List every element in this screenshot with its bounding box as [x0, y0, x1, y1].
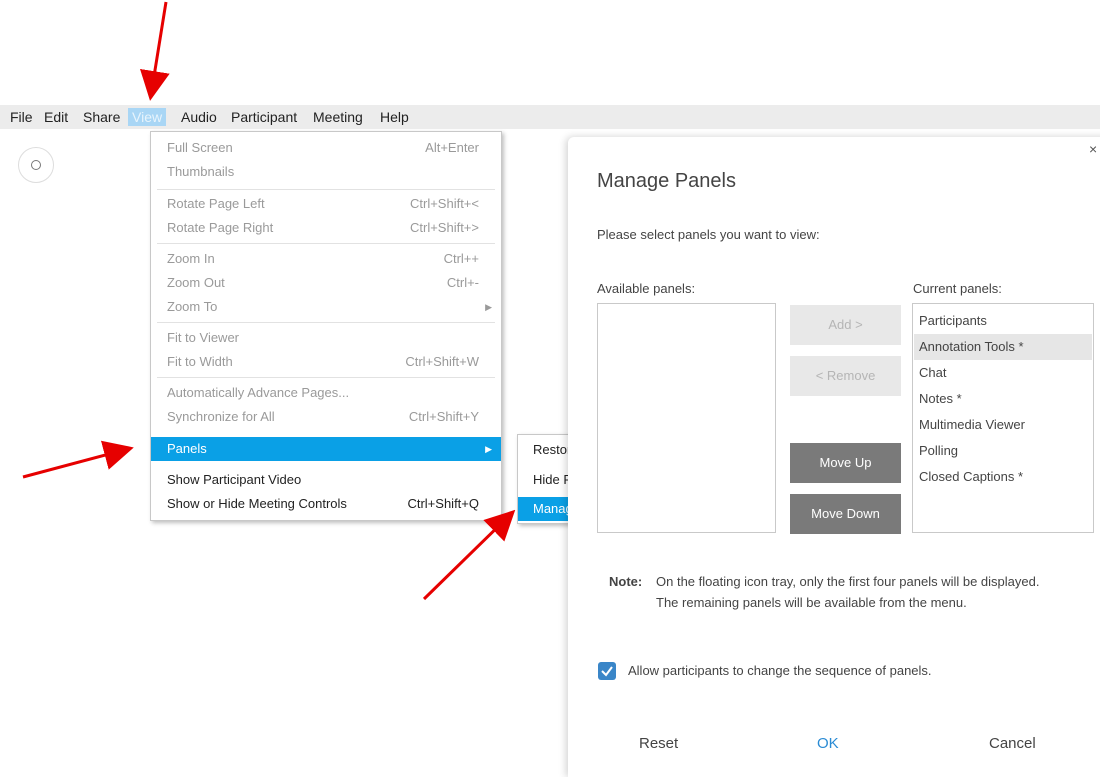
menu-item-zoom-out[interactable]: Zoom Out Ctrl+-	[151, 271, 501, 295]
note-label: Note:	[609, 574, 643, 589]
arrow-to-panels-item	[22, 440, 134, 479]
menu-share[interactable]: Share	[83, 108, 120, 126]
list-item[interactable]: Closed Captions *	[919, 464, 1023, 490]
menu-item-shortcut: Alt+Enter	[425, 140, 479, 155]
allow-reorder-label: Allow participants to change the sequenc…	[628, 663, 932, 678]
menu-edit[interactable]: Edit	[44, 108, 68, 126]
menu-item-label: Rotate Page Left	[167, 196, 265, 211]
menu-item-label: Show Participant Video	[167, 472, 302, 487]
menu-file[interactable]: File	[10, 108, 33, 126]
move-up-button[interactable]: Move Up	[790, 443, 901, 483]
reset-button[interactable]: Reset	[639, 735, 678, 752]
menu-separator	[157, 189, 495, 190]
menu-participant[interactable]: Participant	[231, 108, 297, 126]
view-menu: Full Screen Alt+Enter Thumbnails Rotate P…	[150, 131, 502, 521]
menu-item-synchronize[interactable]: Synchronize for All Ctrl+Shift+Y	[151, 405, 501, 429]
menu-item-label: Show or Hide Meeting Controls	[167, 496, 347, 511]
menu-item-label: Thumbnails	[167, 164, 235, 179]
cancel-button[interactable]: Cancel	[989, 735, 1036, 752]
menu-view[interactable]: View	[128, 108, 167, 126]
menu-help[interactable]: Help	[380, 108, 409, 126]
current-panels-label: Current panels:	[913, 281, 1002, 296]
submenu-arrow-icon: ▶	[485, 444, 492, 454]
arrow-to-manage-panels	[422, 509, 516, 601]
submenu-arrow-icon: ▶	[485, 302, 492, 312]
menu-item-label: Rotate Page Right	[167, 220, 274, 235]
menu-item-label: Automatically Advance Pages...	[167, 385, 350, 400]
menu-item-label: Zoom Out	[167, 275, 225, 290]
note-text: On the floating icon tray, only the firs…	[656, 574, 1040, 610]
close-icon[interactable]: ×	[1089, 141, 1097, 157]
menu-item-label: Fit to Viewer	[167, 330, 240, 345]
menu-item-panels[interactable]: Panels ▶	[151, 437, 501, 461]
list-item[interactable]: Multimedia Viewer	[919, 412, 1025, 438]
available-panels-list[interactable]	[597, 303, 776, 533]
menu-item-shortcut: Ctrl+Shift+Q	[407, 496, 479, 511]
menu-item-label: Synchronize for All	[167, 409, 275, 424]
round-tool-button[interactable]	[18, 147, 54, 183]
checkmark-icon	[601, 666, 613, 677]
menu-item-shortcut: Ctrl+Shift+W	[405, 354, 479, 369]
menu-item-rotate-right[interactable]: Rotate Page Right Ctrl+Shift+>	[151, 216, 501, 240]
arrow-to-view-menu	[140, 1, 170, 101]
menu-item-rotate-left[interactable]: Rotate Page Left Ctrl+Shift+<	[151, 192, 501, 216]
menu-separator	[157, 377, 495, 378]
circle-icon	[31, 160, 41, 170]
list-item[interactable]: Participants	[919, 308, 987, 334]
ok-button[interactable]: OK	[817, 735, 839, 752]
menu-item-label: Full Screen	[167, 140, 233, 155]
menu-meeting[interactable]: Meeting	[313, 108, 363, 126]
list-item[interactable]: Polling	[919, 438, 958, 464]
move-down-button[interactable]: Move Down	[790, 494, 901, 534]
dialog-subtitle: Please select panels you want to view:	[597, 227, 820, 242]
menu-item-zoom-in[interactable]: Zoom In Ctrl++	[151, 247, 501, 271]
add-button[interactable]: Add >	[790, 305, 901, 345]
menu-item-show-video[interactable]: Show Participant Video	[151, 468, 501, 492]
menu-separator	[157, 322, 495, 323]
menu-audio[interactable]: Audio	[181, 108, 217, 126]
current-panels-list[interactable]: Participants Annotation Tools * Chat Not…	[912, 303, 1094, 533]
list-item[interactable]: Notes *	[919, 386, 962, 412]
menu-item-shortcut: Ctrl+Shift+>	[409, 220, 479, 235]
menu-item-label: Panels	[167, 441, 207, 456]
menu-bar: File Edit Share View Audio Participant M…	[0, 105, 1100, 129]
menu-item-label: Zoom In	[167, 251, 215, 266]
remove-button[interactable]: < Remove	[790, 356, 901, 396]
menu-item-shortcut: Ctrl++	[443, 251, 479, 266]
menu-item-full-screen[interactable]: Full Screen Alt+Enter	[151, 136, 501, 160]
menu-item-shortcut: Ctrl+-	[446, 275, 479, 290]
menu-item-shortcut: Ctrl+Shift+Y	[408, 409, 479, 424]
menu-item-label: Fit to Width	[167, 354, 233, 369]
dialog-title: Manage Panels	[597, 170, 736, 192]
menu-item-fit-width[interactable]: Fit to Width Ctrl+Shift+W	[151, 350, 501, 374]
list-item[interactable]: Annotation Tools *	[914, 334, 1092, 360]
menu-item-auto-advance[interactable]: Automatically Advance Pages...	[151, 381, 501, 405]
allow-reorder-checkbox[interactable]	[598, 662, 616, 680]
list-item[interactable]: Chat	[919, 360, 946, 386]
menu-item-shortcut: Ctrl+Shift+<	[409, 196, 479, 211]
menu-separator	[157, 243, 495, 244]
available-panels-label: Available panels:	[597, 281, 696, 296]
menu-item-label: Zoom To	[167, 299, 218, 314]
menu-item-fit-viewer[interactable]: Fit to Viewer	[151, 326, 501, 350]
menu-item-zoom-to[interactable]: Zoom To ▶	[151, 295, 501, 319]
menu-item-thumbnails[interactable]: Thumbnails	[151, 160, 501, 184]
menu-item-meeting-controls[interactable]: Show or Hide Meeting Controls Ctrl+Shift+…	[151, 492, 501, 516]
